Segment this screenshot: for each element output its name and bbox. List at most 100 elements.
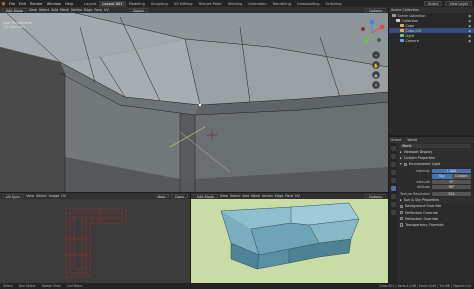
tool-tab-icon[interactable] [390,146,396,151]
visibility-eye-icon[interactable]: ◉ [468,39,471,43]
section-environment-light[interactable]: ▾ Environment Light [398,161,474,167]
viewport-menu-mesh[interactable]: Mesh [60,8,69,12]
viewport-menu-add[interactable]: Add [51,8,58,12]
modifier-tab-icon[interactable] [390,202,396,207]
tab-layout-001[interactable]: Layout.001 [99,0,126,7]
scene-tab-icon[interactable] [390,178,396,183]
viewport2-menu-select[interactable]: Select [230,194,240,198]
menu-help[interactable]: Help [63,2,75,6]
viewport2-menu-view[interactable]: View [220,194,228,198]
object-tab-icon[interactable] [390,194,396,199]
viewport2-menu-face[interactable]: Face [285,194,293,198]
tab-sculpting[interactable]: Sculpting [148,1,171,7]
new-image-button[interactable]: New [153,193,169,199]
viewport-menu-face[interactable]: Face [94,8,102,12]
env-light-checkbox[interactable] [403,162,407,166]
tab-modeling[interactable]: Modeling [126,1,148,7]
options-button[interactable]: Options [364,7,386,13]
override-row[interactable]: Refraction Override [398,216,474,221]
viewport2-menu-vertex[interactable]: Vertex [262,194,273,198]
uv-menu-select[interactable]: Select [36,194,46,198]
section-custom-properties[interactable]: ▸ Custom Properties [398,155,474,161]
world-name-field[interactable]: World [400,143,471,148]
texture-resolution-field[interactable]: 512 [432,192,471,197]
selected-vertex[interactable] [198,103,202,107]
outliner-item[interactable]: Camera ◉ [389,38,474,43]
camera-icon[interactable]: ▣ [372,71,380,79]
secondary-3d-viewport[interactable]: Edit Mode View Select Add Mesh Vertex Edge Fac… [191,193,388,283]
main-3d-viewport[interactable]: Edit Mode View Select Add Mesh Vertex Edge Fac… [0,7,388,192]
override-row[interactable]: Reflection Override [398,210,474,215]
outliner-item-label: Camera [405,38,419,43]
menu-render[interactable]: Render [28,2,45,6]
custom-toggle[interactable]: Custom [451,174,471,179]
viewport-menu-edge[interactable]: Edge [84,8,93,12]
blender-logo-icon[interactable]: ◉ [0,0,7,7]
transform-orientation[interactable]: Global [128,7,148,13]
menu-edit[interactable]: Edit [17,2,28,6]
menu-window[interactable]: Window [45,2,63,6]
viewport-menu-vertex[interactable]: Vertex [71,8,82,12]
intensity-field[interactable]: 1.000 [432,169,471,174]
override-row[interactable]: Background Override [398,204,474,209]
visibility-eye-icon[interactable]: ◉ [468,14,471,18]
menu-file[interactable]: File [7,2,17,6]
visibility-eye-icon[interactable]: ◉ [468,29,471,33]
tab-animation[interactable]: Animation [245,1,269,7]
override-checkbox[interactable] [400,204,404,209]
uv-sync-toggle[interactable]: UV Sync [2,193,25,199]
texture-resolution-row: Texture Resolution 512 [398,192,474,197]
mode-selector[interactable]: Edit Mode [2,7,27,13]
uv-editor[interactable]: UV Sync View Select Image UV New Open [0,193,190,283]
navigation-gizmo-icon[interactable] [358,19,386,47]
render-tab-icon[interactable] [390,154,396,159]
tab-compositing[interactable]: Compositing [294,1,323,7]
viewport-menu-view[interactable]: View [29,8,37,12]
tab-rendering[interactable]: Rendering [270,1,294,7]
data-tab-icon[interactable] [390,210,396,215]
tab-texture-paint[interactable]: Texture Paint [195,1,224,7]
open-image-button[interactable]: Open [170,193,188,199]
uv-canvas[interactable] [0,199,190,283]
viewport2-menu-add[interactable]: Add [242,194,249,198]
tab-uv-editing[interactable]: UV Editing [171,1,196,7]
override-row[interactable]: Transparency Override [398,222,474,227]
viewport-menu-select[interactable]: Select [39,8,49,12]
visibility-eye-icon[interactable]: ◉ [468,19,471,23]
status-bar: Select Box Select Rotate View Call Menu Cub… [0,283,474,289]
viewport2-menu-mesh[interactable]: Mesh [251,194,260,198]
tab-scripting[interactable]: Scripting [323,1,345,7]
view-layer-selector[interactable]: View Layer [445,1,472,6]
azimuth-field[interactable]: 0° [432,179,471,184]
viewport2-menu-edge[interactable]: Edge [275,194,284,198]
viewport2-menu-uv[interactable]: UV [295,194,300,198]
uv-menu-view[interactable]: View [26,194,34,198]
override-checkbox[interactable] [400,211,404,215]
altitude-field[interactable]: 90° [432,184,471,189]
tab-layout[interactable]: Layout [81,1,99,7]
tab-shading[interactable]: Shading [225,1,246,7]
options-button-2[interactable]: Options [364,193,386,199]
mode-selector-2[interactable]: Edit Mode [193,193,218,199]
outliner-list: Scene Collection ◉ Collection ◉ Cube ◉ Cube.00… [389,13,474,43]
visibility-eye-icon[interactable]: ◉ [468,34,471,38]
output-tab-icon[interactable] [390,162,396,167]
outliner-item-icon [400,28,404,33]
zoom-icon[interactable]: + [372,51,380,59]
sky-toggle[interactable]: Sky [432,174,452,179]
perspective-grid-icon[interactable]: # [372,81,380,89]
scene-selector[interactable]: Scene [424,1,443,6]
pan-hand-icon[interactable]: ✋ [372,61,380,69]
section-viewport-display[interactable]: ▸ Viewport Display [398,149,474,155]
uv-menu-uv[interactable]: UV [61,194,66,198]
uv-menu-image[interactable]: Image [49,194,60,198]
viewport-menu-uv[interactable]: UV [104,8,109,12]
section-sun-sky[interactable]: ▸ Sun & Sky Properties [398,197,474,203]
tab-scene[interactable]: Scene [391,138,401,142]
override-checkbox[interactable] [400,217,404,221]
view-layer-tab-icon[interactable] [390,170,396,175]
visibility-eye-icon[interactable]: ◉ [468,24,471,28]
override-checkbox[interactable] [400,223,404,227]
tab-world[interactable]: World [407,138,417,142]
world-tab-icon[interactable] [390,186,396,191]
